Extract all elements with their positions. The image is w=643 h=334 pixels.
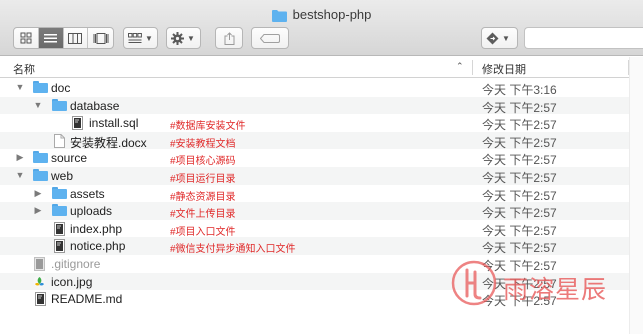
- column-date-header[interactable]: 修改日期: [482, 61, 526, 77]
- file-name: database: [70, 98, 120, 113]
- list-view-button[interactable]: [38, 28, 64, 48]
- group-icon: [128, 32, 142, 43]
- file-date: 今天 下午2:57: [482, 135, 557, 150]
- column-name-header[interactable]: 名称: [13, 61, 35, 77]
- file-date: 今天 下午2:57: [482, 188, 557, 203]
- annotation-note: #项目运行目录: [170, 173, 236, 185]
- folder-icon: [33, 168, 48, 182]
- disclosure-expanded-icon[interactable]: ▼: [15, 170, 25, 181]
- file-date: 今天 下午2:57: [482, 118, 557, 133]
- gear-icon: [171, 31, 184, 45]
- document-file-icon: [54, 133, 69, 148]
- gallery-view-button[interactable]: [88, 28, 113, 48]
- list-item[interactable]: ▼ web #项目运行目录 今天 下午2:57: [0, 166, 643, 185]
- folder-icon: [52, 186, 67, 200]
- file-date: 今天 下午2:57: [482, 100, 557, 115]
- scrollbar-track[interactable]: [629, 57, 643, 334]
- sort-chevron-icon[interactable]: ⌃: [456, 61, 464, 72]
- chevron-down-icon: ▼: [502, 33, 510, 43]
- view-mode-control: [13, 27, 114, 49]
- tag-icon: [260, 33, 280, 43]
- annotation-note: #文件上传目录: [170, 209, 236, 221]
- dropbox-menu-button[interactable]: ▼: [481, 27, 518, 49]
- search-input[interactable]: [524, 27, 643, 49]
- executable-file-icon: [72, 116, 87, 131]
- column-header: 名称 ⌃ 修改日期: [0, 57, 643, 78]
- disclosure-collapsed-icon[interactable]: ▶: [15, 152, 25, 163]
- folder-icon: [52, 98, 67, 112]
- file-name: install.sql: [89, 116, 139, 131]
- list-item[interactable]: ▶ uploads #文件上传目录 今天 下午2:57: [0, 202, 643, 220]
- icon-view-button[interactable]: [14, 28, 39, 48]
- window-titlebar: bestshop-php ▼ ▼ ▼: [0, 0, 643, 56]
- file-date: 今天 下午2:57: [482, 241, 557, 256]
- annotation-note: #静态资源目录: [170, 191, 236, 203]
- file-name: uploads: [70, 204, 113, 219]
- group-by-button[interactable]: ▼: [123, 27, 158, 49]
- action-button[interactable]: ▼: [166, 27, 201, 49]
- list-view-icon: [44, 33, 58, 42]
- column-view-button[interactable]: [64, 28, 89, 48]
- image-file-icon: [33, 275, 48, 288]
- list-item[interactable]: ▼ doc 今天 下午3:16: [0, 79, 643, 97]
- folder-icon: [33, 81, 48, 94]
- hidden-file-icon: [34, 256, 49, 271]
- share-icon: [224, 31, 234, 45]
- file-name: assets: [70, 186, 105, 201]
- gallery-view-icon: [93, 32, 109, 44]
- list-item[interactable]: 安装教程.docx #安装教程文档 今天 下午2:57: [0, 131, 643, 150]
- icon-view-icon: [20, 32, 32, 44]
- file-name: web: [51, 168, 74, 183]
- file-date: 今天 下午2:57: [482, 206, 557, 221]
- file-name: doc: [51, 81, 71, 95]
- list-item[interactable]: ▶ source #项目核心源码 今天 下午2:57: [0, 149, 643, 167]
- executable-file-icon: [54, 239, 69, 254]
- file-name: index.php: [70, 221, 123, 236]
- tags-button[interactable]: [251, 27, 289, 49]
- annotation-note: #项目核心源码: [170, 156, 236, 168]
- file-name: .gitignore: [51, 256, 101, 271]
- file-date: 今天 下午2:57: [482, 223, 557, 238]
- chevron-down-icon: ▼: [187, 33, 195, 43]
- list-item[interactable]: install.sql #数据库安装文件 今天 下午2:57: [0, 114, 643, 132]
- folder-icon: [271, 9, 287, 27]
- disclosure-expanded-icon[interactable]: ▼: [15, 82, 25, 93]
- file-name: source: [51, 151, 88, 166]
- annotation-note: #微信支付异步通知入口文件: [170, 244, 296, 256]
- list-item[interactable]: index.php #项目入口文件 今天 下午2:57: [0, 220, 643, 238]
- executable-file-icon: [54, 221, 69, 236]
- column-view-icon: [68, 32, 83, 44]
- disclosure-expanded-icon[interactable]: ▼: [33, 100, 43, 111]
- window-title: bestshop-php: [0, 6, 643, 24]
- file-name: README.md: [51, 292, 123, 307]
- share-button[interactable]: [215, 27, 243, 49]
- file-date: 今天 下午2:57: [482, 153, 557, 168]
- window-title-text: bestshop-php: [292, 7, 372, 22]
- list-item[interactable]: notice.php #微信支付异步通知入口文件 今天 下午2:57: [0, 237, 643, 255]
- path-diamond-icon: [486, 32, 499, 44]
- chevron-down-icon: ▼: [145, 33, 153, 43]
- annotation-note: #数据库安装文件: [170, 121, 246, 133]
- disclosure-collapsed-icon[interactable]: ▶: [33, 188, 43, 199]
- file-date: 今天 下午2:57: [482, 170, 557, 185]
- list-item[interactable]: ▼ database 今天 下午2:57: [0, 96, 643, 115]
- file-name: notice.php: [70, 239, 126, 254]
- list-item[interactable]: ▶ assets #静态资源目录 今天 下午2:57: [0, 185, 643, 203]
- watermark: 雨溶星辰: [449, 258, 609, 314]
- watermark-logo-icon: [451, 260, 497, 306]
- file-name: icon.jpg: [51, 274, 93, 289]
- watermark-text: 雨溶星辰: [503, 275, 608, 304]
- column-divider[interactable]: [472, 60, 473, 75]
- annotation-note: #项目入口文件: [170, 226, 236, 238]
- folder-icon: [52, 204, 67, 217]
- file-name: 安装教程.docx: [70, 135, 147, 150]
- folder-icon: [33, 151, 48, 164]
- annotation-note: #安装教程文档: [170, 138, 236, 150]
- disclosure-collapsed-icon[interactable]: ▶: [33, 205, 43, 216]
- executable-file-icon: [35, 292, 50, 307]
- file-date: 今天 下午3:16: [482, 83, 557, 97]
